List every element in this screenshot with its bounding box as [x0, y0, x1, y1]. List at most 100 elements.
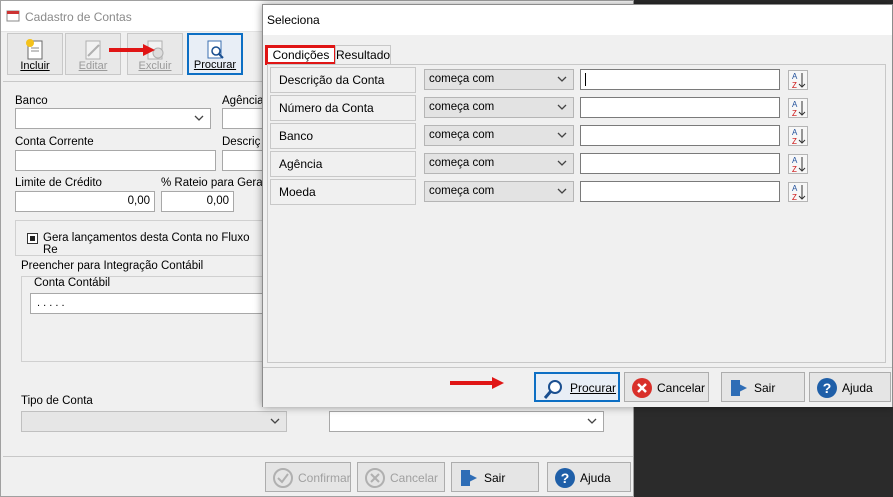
- exit-door-icon: [731, 380, 747, 396]
- new-document-icon: [26, 39, 43, 60]
- operator-value: começa com: [429, 101, 495, 113]
- sort-az-icon[interactable]: AZ: [788, 98, 808, 118]
- condition-field-name: Agência: [270, 151, 416, 177]
- chevron-down-icon: [557, 188, 567, 194]
- dialog-sair-label: Sair: [754, 381, 776, 395]
- condition-row: Número da Conta começa com AZ: [270, 95, 883, 121]
- confirmar-label: Confirmar: [298, 471, 351, 485]
- operator-value: começa com: [429, 129, 495, 141]
- sort-az-icon[interactable]: AZ: [788, 182, 808, 202]
- operator-value: começa com: [429, 185, 495, 197]
- condition-field-name: Número da Conta: [270, 95, 416, 121]
- chevron-down-icon: [557, 132, 567, 138]
- condition-field-name: Moeda: [270, 179, 416, 205]
- annotation-arrow: [109, 44, 155, 56]
- tipo-conta-combo[interactable]: [21, 411, 287, 432]
- sair-label: Sair: [484, 471, 506, 485]
- excluir-label: Excluir: [138, 60, 172, 72]
- tipo-conta-label: Tipo de Conta: [21, 395, 93, 407]
- condition-operator-combo[interactable]: começa com: [424, 181, 574, 202]
- condition-operator-combo[interactable]: começa com: [424, 97, 574, 118]
- sort-az-icon[interactable]: AZ: [788, 154, 808, 174]
- rateio-field[interactable]: 0,00: [161, 191, 234, 212]
- dialog-procurar-label: Procurar: [570, 381, 617, 395]
- sair-button[interactable]: Sair: [451, 462, 539, 492]
- svg-text:A: A: [792, 128, 798, 137]
- fluxo-checkbox-label: Gera lançamentos desta Conta no Fluxo Re: [43, 232, 250, 256]
- procurar-label: Procurar: [193, 59, 237, 71]
- agencia-field[interactable]: [222, 108, 267, 129]
- procurar-button[interactable]: Procurar: [187, 33, 243, 75]
- svg-text:Z: Z: [792, 137, 797, 145]
- condition-operator-combo[interactable]: começa com: [424, 153, 574, 174]
- agencia-label: Agência: [222, 95, 264, 107]
- limite-field[interactable]: 0,00: [15, 191, 155, 212]
- rateio-label: % Rateio para Geraç: [161, 177, 269, 189]
- conta-corrente-field[interactable]: [15, 150, 216, 171]
- edit-icon: [85, 40, 101, 60]
- condition-row: Banco começa com AZ: [270, 123, 883, 149]
- magnifier-icon: [543, 380, 562, 399]
- chevron-down-icon: [194, 115, 204, 121]
- sort-az-icon[interactable]: AZ: [788, 70, 808, 90]
- svg-text:A: A: [792, 184, 798, 193]
- dialog-ajuda-button[interactable]: ? Ajuda: [809, 372, 891, 402]
- conditions-panel: Descrição da Conta começa com AZ Número …: [267, 64, 886, 363]
- condition-row: Agência começa com AZ: [270, 151, 883, 177]
- condition-value-input[interactable]: [580, 153, 780, 174]
- descricao-label: Descriç: [222, 136, 261, 148]
- chevron-down-icon: [587, 418, 597, 424]
- confirmar-button[interactable]: Confirmar: [265, 462, 351, 492]
- condition-operator-combo[interactable]: começa com: [424, 125, 574, 146]
- condition-value-input[interactable]: [580, 181, 780, 202]
- conta-contabil-label: Conta Contábil: [34, 277, 111, 289]
- window-title: Cadastro de Contas: [25, 10, 132, 24]
- integracao-group-label: Preencher para Integração Contábil: [21, 260, 204, 272]
- sort-az-icon[interactable]: AZ: [788, 126, 808, 146]
- operator-value: começa com: [429, 157, 495, 169]
- help-icon: ?: [555, 468, 575, 488]
- svg-text:A: A: [792, 100, 798, 109]
- banco-combo[interactable]: [15, 108, 211, 129]
- svg-text:A: A: [792, 156, 798, 165]
- ajuda-label: Ajuda: [580, 471, 611, 485]
- condition-row: Descrição da Conta começa com AZ: [270, 67, 883, 93]
- divider: [3, 456, 633, 457]
- dialog-titlebar: Seleciona: [263, 5, 892, 35]
- cancel-icon: [365, 468, 385, 488]
- incluir-button[interactable]: Incluir: [7, 33, 63, 75]
- exit-door-icon: [461, 470, 477, 486]
- search-document-icon: [207, 40, 224, 59]
- cancelar-button[interactable]: Cancelar: [357, 462, 445, 492]
- dialog-title: Seleciona: [267, 13, 320, 27]
- dialog-ajuda-label: Ajuda: [842, 381, 873, 395]
- chevron-down-icon: [557, 160, 567, 166]
- conta-corrente-label: Conta Corrente: [15, 136, 94, 148]
- dialog-sair-button[interactable]: Sair: [721, 372, 805, 402]
- cancelar-label: Cancelar: [390, 471, 439, 485]
- svg-text:Z: Z: [792, 193, 797, 201]
- ajuda-button[interactable]: ? Ajuda: [547, 462, 631, 492]
- dialog-procurar-button[interactable]: Procurar: [534, 372, 620, 402]
- banco-label: Banco: [15, 95, 48, 107]
- descricao-field[interactable]: [222, 150, 267, 171]
- operator-value: começa com: [429, 73, 495, 85]
- limite-label: Limite de Crédito: [15, 177, 102, 189]
- cancel-icon: [632, 378, 652, 398]
- tab-condicoes[interactable]: Condições: [265, 45, 337, 65]
- incluir-label: Incluir: [20, 60, 50, 72]
- conta-contabil-field[interactable]: . . . . .: [30, 293, 266, 314]
- tab-resultado[interactable]: Resultado: [335, 45, 391, 65]
- svg-text:Z: Z: [792, 109, 797, 117]
- secondary-combo[interactable]: [329, 411, 604, 432]
- editar-label: Editar: [78, 60, 108, 72]
- condition-operator-combo[interactable]: começa com: [424, 69, 574, 90]
- svg-text:Z: Z: [792, 81, 797, 89]
- condition-value-input[interactable]: [580, 97, 780, 118]
- chevron-down-icon: [557, 104, 567, 110]
- dialog-cancelar-button[interactable]: Cancelar: [624, 372, 709, 402]
- fluxo-checkbox[interactable]: [27, 233, 38, 244]
- svg-text:?: ?: [561, 470, 570, 486]
- condition-value-input[interactable]: [580, 125, 780, 146]
- condition-value-input[interactable]: [580, 69, 780, 90]
